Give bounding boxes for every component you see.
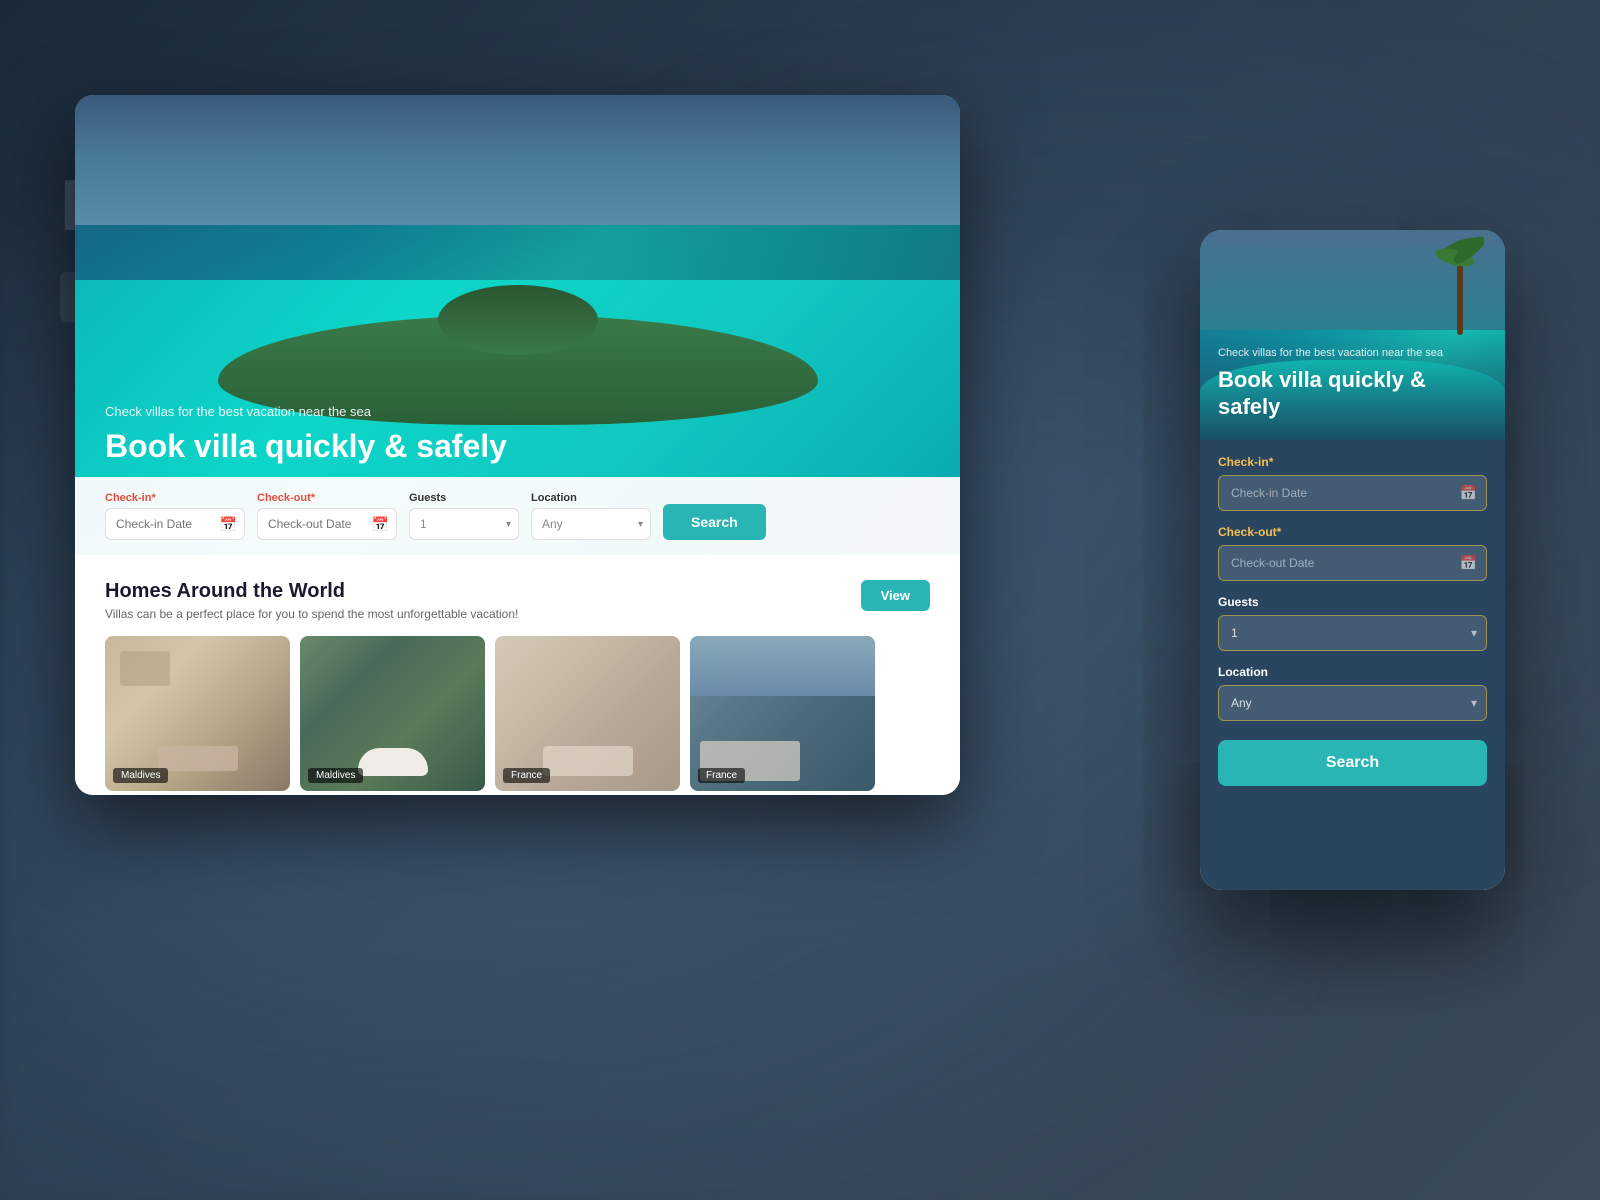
guests-field: Guests 1 2 3 4 ▾ xyxy=(409,492,519,540)
guests-input-wrap: 1 2 3 4 ▾ xyxy=(409,508,519,540)
location-label: Location xyxy=(531,492,651,504)
section-title: Homes Around the World xyxy=(105,580,518,603)
checkin-input[interactable] xyxy=(105,508,245,540)
property-badge-1: Maldives xyxy=(113,768,168,783)
mobile-palm xyxy=(1430,235,1490,335)
lower-section: Homes Around the World Villas can be a p… xyxy=(75,555,960,795)
property-badge-2: Maldives xyxy=(308,768,363,783)
hero-title: Book villa quickly & safely xyxy=(105,427,930,465)
checkout-input-wrap: 📅 xyxy=(257,508,397,540)
location-input-wrap: Any Maldives France ▾ xyxy=(531,508,651,540)
hero-section: Check villas for the best vacation near … xyxy=(75,95,960,555)
hero-trees xyxy=(438,285,598,355)
section-header: Homes Around the World Villas can be a p… xyxy=(105,580,930,621)
hero-content: Check villas for the best vacation near … xyxy=(75,404,960,465)
mobile-checkout-calendar-icon: 📅 xyxy=(1460,555,1477,572)
desktop-search-bar: Check-in* 📅 Check-out* 📅 Guests xyxy=(75,477,960,555)
mobile-checkin-calendar-icon: 📅 xyxy=(1460,485,1477,502)
location-select[interactable]: Any Maldives France xyxy=(531,508,651,540)
mobile-guests-wrap: 1 2 3 4 5+ ▾ xyxy=(1218,615,1487,651)
desktop-search-button[interactable]: Search xyxy=(663,504,766,540)
mobile-search-button[interactable]: Search xyxy=(1218,740,1487,786)
mobile-guests-select[interactable]: 1 2 3 4 5+ xyxy=(1218,615,1487,651)
mobile-location-field: Location Any Maldives France Italy Spain… xyxy=(1218,665,1487,721)
property-badge-4: France xyxy=(698,768,745,783)
section-header-text: Homes Around the World Villas can be a p… xyxy=(105,580,518,621)
mobile-location-select[interactable]: Any Maldives France Italy Spain xyxy=(1218,685,1487,721)
mobile-guests-chevron-icon: ▾ xyxy=(1471,626,1477,640)
location-field: Location Any Maldives France ▾ xyxy=(531,492,651,540)
view-button[interactable]: View xyxy=(861,580,930,611)
guests-label: Guests xyxy=(409,492,519,504)
property-card-3[interactable]: France xyxy=(495,636,680,791)
property-card-4[interactable]: France xyxy=(690,636,875,791)
checkin-field: Check-in* 📅 xyxy=(105,492,245,540)
mobile-hero-subtitle: Check villas for the best vacation near … xyxy=(1218,346,1487,361)
desktop-card: Check villas for the best vacation near … xyxy=(75,95,960,795)
checkout-field: Check-out* 📅 xyxy=(257,492,397,540)
hero-sky xyxy=(75,95,960,225)
mobile-hero-section: Check villas for the best vacation near … xyxy=(1200,230,1505,440)
hero-subtitle: Check villas for the best vacation near … xyxy=(105,404,930,419)
property-grid: Maldives Maldives France xyxy=(105,636,930,791)
mobile-guests-field: Guests 1 2 3 4 5+ ▾ xyxy=(1218,595,1487,651)
mobile-checkout-wrap: 📅 xyxy=(1218,545,1487,581)
mobile-hero-text: Check villas for the best vacation near … xyxy=(1200,331,1505,440)
checkout-label: Check-out* xyxy=(257,492,397,504)
mobile-checkin-field: Check-in* 📅 xyxy=(1218,455,1487,511)
mobile-checkin-input[interactable] xyxy=(1218,475,1487,511)
guests-select[interactable]: 1 2 3 4 xyxy=(409,508,519,540)
checkout-input[interactable] xyxy=(257,508,397,540)
mobile-checkin-label: Check-in* xyxy=(1218,455,1487,469)
mobile-card: Check villas for the best vacation near … xyxy=(1200,230,1505,890)
mobile-hero-title: Book villa quickly & safely xyxy=(1218,367,1487,420)
mobile-form-section: Check-in* 📅 Check-out* 📅 Guests xyxy=(1200,440,1505,890)
mobile-location-chevron-icon: ▾ xyxy=(1471,696,1477,710)
property-card-2[interactable]: Maldives xyxy=(300,636,485,791)
mobile-checkout-field: Check-out* 📅 xyxy=(1218,525,1487,581)
mobile-checkin-wrap: 📅 xyxy=(1218,475,1487,511)
checkin-input-wrap: 📅 xyxy=(105,508,245,540)
section-subtitle: Villas can be a perfect place for you to… xyxy=(105,607,518,621)
mobile-location-label: Location xyxy=(1218,665,1487,679)
mobile-card-inner: Check villas for the best vacation near … xyxy=(1200,230,1505,890)
property-badge-3: France xyxy=(503,768,550,783)
mobile-location-wrap: Any Maldives France Italy Spain ▾ xyxy=(1218,685,1487,721)
checkin-label: Check-in* xyxy=(105,492,245,504)
mobile-checkout-input[interactable] xyxy=(1218,545,1487,581)
mobile-checkout-label: Check-out* xyxy=(1218,525,1487,539)
property-card-1[interactable]: Maldives xyxy=(105,636,290,791)
mobile-guests-label: Guests xyxy=(1218,595,1487,609)
